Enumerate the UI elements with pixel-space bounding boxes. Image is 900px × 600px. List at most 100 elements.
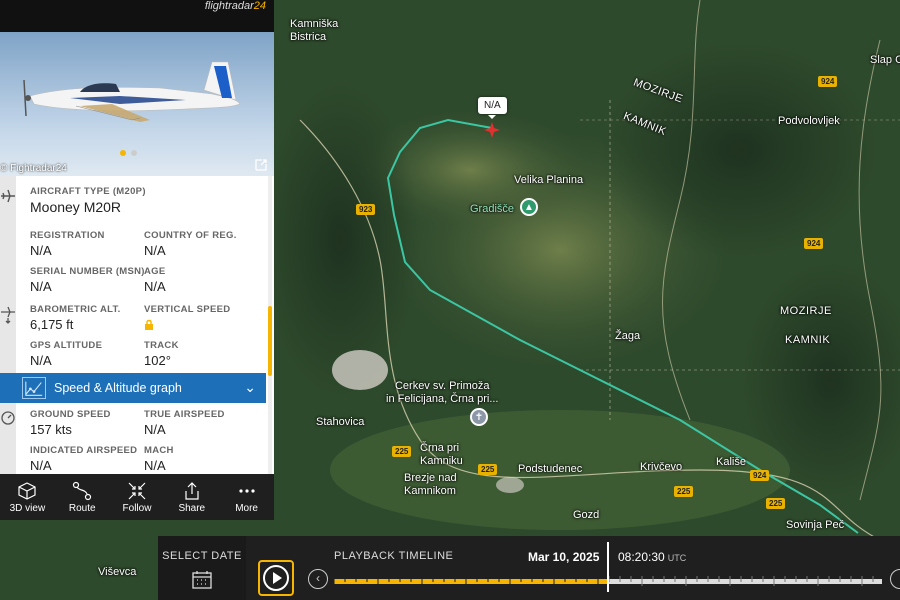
route-button[interactable]: Route	[55, 474, 110, 520]
place-cerkev: Cerkev sv. Primoža in Felicijana, Črna p…	[386, 380, 499, 405]
baro-alt-label: BAROMETRIC ALT.	[30, 304, 121, 315]
follow-label: Follow	[122, 502, 152, 514]
place-mozirje-2: MOZIRJE	[780, 305, 832, 317]
place-stahovica: Stahovica	[316, 416, 365, 428]
photo-credit: © Fightradar24	[0, 163, 67, 174]
true-airspeed-field: TRUE AIRSPEED N/A	[144, 409, 225, 437]
follow-button[interactable]: Follow	[110, 474, 165, 520]
details-scroll-thumb[interactable]	[268, 306, 272, 376]
gps-alt-field: GPS ALTITUDE N/A	[30, 340, 102, 368]
baro-alt-field: BAROMETRIC ALT. 6,175 ft	[30, 304, 121, 332]
graph-label: Speed & Altitude graph	[54, 381, 182, 395]
vertical-speed-field: VERTICAL SPEED	[144, 304, 230, 330]
photo-pager[interactable]	[120, 150, 137, 156]
age-label: AGE	[144, 266, 166, 277]
select-date-label: SELECT DATE	[162, 550, 242, 562]
mach-field: MACH N/A	[144, 445, 174, 473]
aircraft-toolbar: 3D view Route Follow Share More	[0, 474, 274, 520]
more-button[interactable]: More	[219, 474, 274, 520]
true-airspeed-label: TRUE AIRSPEED	[144, 409, 225, 420]
gps-alt-value: N/A	[30, 353, 52, 368]
place-kamnik-2: KAMNIK	[785, 334, 831, 346]
lock-icon[interactable]	[144, 319, 154, 330]
logo-bar: flightradar24	[0, 0, 274, 32]
aircraft-callout[interactable]: N/A	[478, 97, 507, 119]
3d-view-label: 3D view	[9, 502, 46, 514]
country-label: COUNTRY OF REG.	[144, 230, 237, 241]
place-slap: Slap C	[870, 54, 900, 66]
road-badge: 225	[478, 464, 498, 475]
airplane-icon	[1, 189, 15, 203]
serial-label: SERIAL NUMBER (MSN)	[30, 266, 145, 277]
place-gradisce: Gradišče	[470, 203, 515, 215]
prev-icon[interactable]: ‹	[308, 569, 328, 589]
age-value: N/A	[144, 279, 166, 294]
aircraft-details: AIRCRAFT TYPE (M20P) Mooney M20R REGISTR…	[0, 176, 274, 474]
playback-bar: PLAYBACK TIMELINE Mar 10, 2025 08:20:30 U…	[246, 536, 900, 600]
route-icon	[73, 481, 92, 500]
mach-label: MACH	[144, 445, 174, 456]
place-visevca: Viševca	[98, 566, 137, 578]
indicated-airspeed-field: INDICATED AIRSPEED N/A	[30, 445, 137, 473]
timeline-date: Mar 10, 2025	[528, 550, 600, 564]
place-zaga: Žaga	[615, 330, 641, 342]
place-velika-planina: Velika Planina	[514, 174, 584, 186]
cube-icon	[18, 481, 36, 500]
aircraft-panel: flightradar24 © Fightradar24 AIRCRAFT TY…	[0, 0, 274, 520]
3d-view-button[interactable]: 3D view	[0, 474, 55, 520]
track-label: TRACK	[144, 340, 179, 351]
place-kalise: Kališe	[716, 456, 746, 468]
share-button[interactable]: Share	[164, 474, 219, 520]
place-kamniska-bistrica: Kamniška Bistrica	[290, 18, 339, 43]
speedometer-icon	[1, 411, 15, 425]
expand-icon[interactable]	[254, 158, 268, 172]
church-icon[interactable]: ✝	[470, 408, 488, 426]
app-logo: flightradar24	[204, 0, 266, 12]
road-badge: 923	[356, 204, 376, 215]
place-brezje: Brezje nad Kamnikom	[404, 472, 457, 497]
more-icon	[238, 488, 255, 493]
road-badge: 225	[766, 498, 786, 509]
play-button[interactable]	[258, 560, 294, 596]
aircraft-type-label: AIRCRAFT TYPE (M20P)	[30, 186, 146, 197]
side-strip	[0, 176, 16, 474]
chevron-down-icon: ⌄	[244, 379, 256, 395]
age-field: AGE N/A	[144, 266, 166, 294]
aircraft-image	[23, 61, 241, 122]
road-badge: 924	[818, 76, 838, 87]
baro-alt-value: 6,175 ft	[30, 317, 74, 332]
place-krivcevo: Krivčevo	[640, 461, 683, 473]
ground-speed-field: GROUND SPEED 157 kts	[30, 409, 111, 437]
timeline-time: 08:20:30 UTC	[618, 550, 687, 564]
place-crna: Črna pri Kamniku	[420, 442, 463, 467]
road-badge: 225	[674, 486, 694, 497]
altitude-airplane-icon	[1, 306, 15, 324]
country-value: N/A	[144, 243, 166, 258]
play-icon	[263, 565, 289, 591]
calendar-icon	[192, 571, 212, 589]
serial-value: N/A	[30, 279, 52, 294]
indicated-airspeed-label: INDICATED AIRSPEED	[30, 445, 138, 456]
ground-speed-label: GROUND SPEED	[30, 409, 111, 420]
timeline-cursor[interactable]	[607, 542, 609, 592]
next-icon[interactable]	[890, 569, 900, 589]
road-badge: 924	[804, 238, 824, 249]
timeline-title: PLAYBACK TIMELINE	[334, 550, 454, 562]
place-podstudenec: Podstudenec	[518, 463, 583, 475]
track-value: 102°	[144, 353, 171, 368]
track-field: TRACK 102°	[144, 340, 179, 368]
peak-icon[interactable]: ▲	[520, 198, 538, 216]
registration-value: N/A	[30, 243, 52, 258]
more-label: More	[235, 502, 258, 514]
share-label: Share	[178, 502, 206, 514]
mach-value: N/A	[144, 458, 166, 473]
aircraft-photo[interactable]: © Fightradar24	[0, 32, 274, 176]
speed-altitude-graph-toggle[interactable]: Speed & Altitude graph ⌄	[0, 373, 266, 403]
app-screen: N/A Kamniška Bistrica MOZIRJE KAMNIK Pod…	[0, 0, 900, 600]
aircraft-type-field: AIRCRAFT TYPE (M20P) Mooney M20R	[30, 186, 146, 215]
ground-speed-value: 157 kts	[30, 422, 72, 437]
select-date-button[interactable]: SELECT DATE	[158, 536, 246, 600]
place-podvolovljek: Podvolovljek	[778, 115, 840, 127]
timeline-slider[interactable]	[334, 542, 882, 592]
gps-alt-label: GPS ALTITUDE	[30, 340, 103, 351]
